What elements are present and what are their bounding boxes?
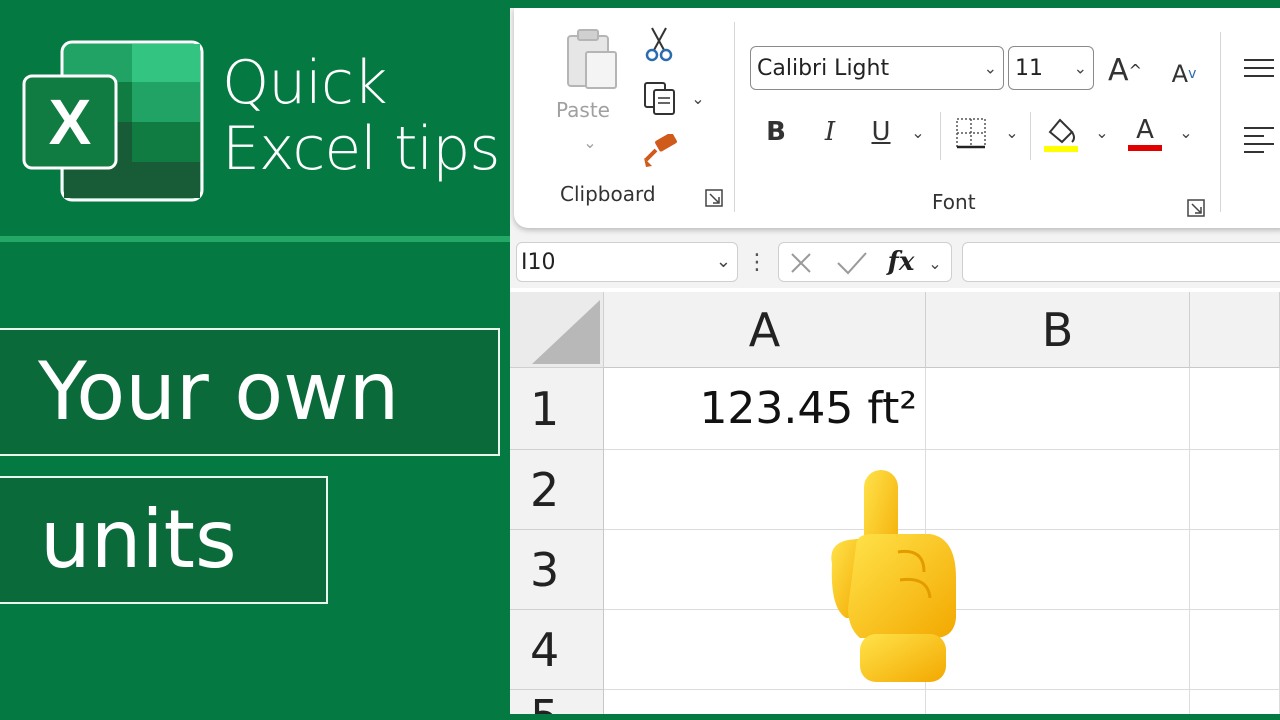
svg-text:X: X xyxy=(49,86,92,158)
font-color-chevron-down-icon[interactable]: ⌄ xyxy=(1176,122,1196,142)
chevron-down-icon: ⌄ xyxy=(1073,58,1087,78)
copy-chevron-down-icon[interactable]: ⌄ xyxy=(688,88,708,108)
left-panel: X Quick Excel tips Your own units xyxy=(0,0,510,720)
fill-color-chevron-down-icon[interactable]: ⌄ xyxy=(1092,122,1112,142)
ribbon-separator xyxy=(1030,112,1031,160)
borders-icon[interactable] xyxy=(954,116,988,150)
select-all-triangle-icon xyxy=(532,300,600,364)
chevron-down-icon[interactable]: ⌄ xyxy=(925,251,945,275)
cell-c3[interactable] xyxy=(1190,530,1280,610)
align-top-icon[interactable] xyxy=(1240,54,1274,84)
excel-window: Paste ⌄ ⌄ Clipboard Calibri Light ⌄ 11 ⌄… xyxy=(510,8,1280,714)
formula-input[interactable] xyxy=(962,242,1280,282)
row-header-5[interactable]: 5 xyxy=(510,690,604,714)
brand-title-line1: Quick xyxy=(222,48,388,118)
row-header-2[interactable]: 2 xyxy=(510,450,604,530)
enter-check-icon[interactable] xyxy=(835,249,869,277)
format-painter-icon[interactable] xyxy=(642,134,678,168)
cut-scissors-icon[interactable] xyxy=(644,26,674,62)
underline-chevron-down-icon[interactable]: ⌄ xyxy=(908,122,928,142)
underline-button[interactable]: U xyxy=(866,114,896,150)
spreadsheet-grid: A B 1 2 3 4 5 123.45 ft² xyxy=(510,292,1280,714)
column-header-b[interactable]: B xyxy=(926,292,1190,368)
font-group-label: Font xyxy=(932,190,976,214)
pointing-hand-icon xyxy=(831,470,956,682)
name-box-value: I10 xyxy=(521,249,556,275)
cell-a1[interactable]: 123.45 ft² xyxy=(604,368,926,450)
fill-color-icon[interactable] xyxy=(1042,112,1080,154)
column-header-a[interactable]: A xyxy=(604,292,926,368)
caption-line1: Your own xyxy=(0,328,500,456)
formula-buttons: fx ⌄ xyxy=(778,242,952,282)
ribbon-separator xyxy=(940,112,941,160)
column-header-c[interactable] xyxy=(1190,292,1280,368)
paste-label[interactable]: Paste xyxy=(556,98,610,122)
shrink-font-icon[interactable]: Av xyxy=(1166,56,1202,92)
chevron-down-icon: ⌄ xyxy=(715,251,731,272)
row-header-1[interactable]: 1 xyxy=(510,368,604,450)
font-launcher-icon[interactable] xyxy=(1186,198,1206,218)
font-color-icon[interactable]: A xyxy=(1126,112,1164,154)
more-options-icon[interactable]: ⋮ xyxy=(746,246,768,278)
row-header-4[interactable]: 4 xyxy=(510,610,604,690)
cancel-icon[interactable] xyxy=(787,249,815,277)
font-name-value: Calibri Light xyxy=(757,55,890,81)
copy-icon[interactable] xyxy=(642,80,678,116)
grow-font-icon[interactable]: A ^ xyxy=(1106,50,1144,90)
cell-c2[interactable] xyxy=(1190,450,1280,530)
cell-c4[interactable] xyxy=(1190,610,1280,690)
caption-line2: units xyxy=(0,476,328,604)
paste-chevron-down-icon[interactable]: ⌄ xyxy=(580,132,600,152)
italic-button[interactable]: I xyxy=(816,114,844,150)
font-size-dropdown[interactable]: 11 ⌄ xyxy=(1008,46,1094,90)
cell-b5[interactable] xyxy=(926,690,1190,714)
cell-b1[interactable] xyxy=(926,368,1190,450)
row-header-3[interactable]: 3 xyxy=(510,530,604,610)
brand-title-line2: Excel tips xyxy=(222,114,501,184)
cell-c5[interactable] xyxy=(1190,690,1280,714)
font-color-swatch xyxy=(1128,145,1162,151)
clipboard-group-label: Clipboard xyxy=(560,182,656,206)
formula-bar: I10 ⌄ ⋮ fx ⌄ xyxy=(510,236,1280,288)
insert-function-fx-icon[interactable]: fx xyxy=(883,245,919,279)
ribbon-separator xyxy=(734,22,735,212)
select-all-corner[interactable] xyxy=(510,292,604,368)
ribbon-separator xyxy=(1220,32,1221,212)
excel-logo-icon: X xyxy=(22,40,204,202)
align-left-icon[interactable] xyxy=(1240,124,1274,154)
brand-title: Quick Excel tips xyxy=(222,48,501,184)
chevron-down-icon: ⌄ xyxy=(983,58,997,78)
cell-c1[interactable] xyxy=(1190,368,1280,450)
font-size-value: 11 xyxy=(1015,55,1043,81)
paste-icon[interactable] xyxy=(562,28,622,94)
name-box[interactable]: I10 ⌄ xyxy=(516,242,738,282)
bold-button[interactable]: B xyxy=(762,114,790,150)
ribbon: Paste ⌄ ⌄ Clipboard Calibri Light ⌄ 11 ⌄… xyxy=(514,8,1280,228)
clipboard-launcher-icon[interactable] xyxy=(704,188,724,208)
divider xyxy=(0,236,510,242)
font-name-dropdown[interactable]: Calibri Light ⌄ xyxy=(750,46,1004,90)
borders-chevron-down-icon[interactable]: ⌄ xyxy=(1002,122,1022,142)
cell-a5[interactable] xyxy=(604,690,926,714)
